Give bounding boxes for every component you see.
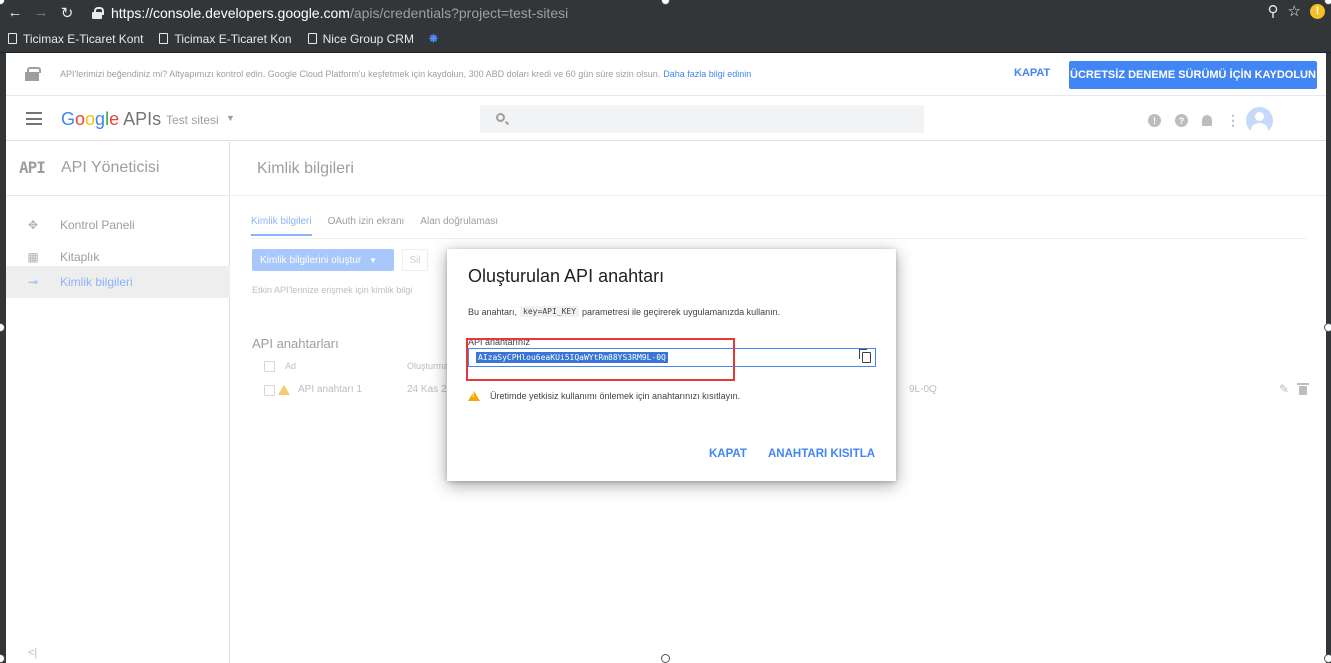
caret-down-icon[interactable]: ▼ (226, 113, 235, 123)
bookmark-label: Nice Group CRM (322, 31, 414, 46)
gift-icon (24, 66, 41, 82)
bookmark-item[interactable]: Ticimax E-Ticaret Kont (8, 32, 143, 46)
google-apis-logo[interactable]: Google APIs (61, 109, 161, 130)
api-keys-section-title: API anahtarları (252, 336, 339, 351)
warning-icon (468, 391, 480, 401)
key-name-link[interactable]: API anahtarı 1 (298, 384, 362, 395)
resize-handle[interactable] (1324, 323, 1331, 332)
resize-handle[interactable] (1324, 0, 1331, 5)
key-created-date: 24 Kas 20 (407, 384, 453, 395)
url-host: https://console.developers.google.com (111, 4, 350, 21)
key-icon: ⊸ (27, 275, 39, 289)
column-header-name: Ad (285, 361, 297, 371)
reload-icon[interactable]: ↻ (56, 2, 78, 24)
sidebar-header: API API Yöneticisi (6, 142, 230, 196)
resize-handle[interactable] (1324, 654, 1331, 663)
collapse-sidebar-icon[interactable]: <| (28, 647, 37, 659)
api-logo: API (19, 158, 46, 177)
bookmark-star-icon[interactable]: ☆ (1288, 2, 1301, 20)
help-icon[interactable]: ? (1175, 114, 1188, 127)
promo-close-button[interactable]: KAPAT (1014, 67, 1050, 79)
select-all-checkbox[interactable] (264, 361, 275, 372)
bookmark-item[interactable]: Nice Group CRM (307, 31, 414, 46)
menu-icon[interactable] (26, 112, 42, 125)
project-selector[interactable]: Test sitesi (166, 113, 219, 127)
hint-text: Etkin API'lerinize erişmek için kimlik b… (252, 285, 413, 295)
tab-domain-verification[interactable]: Alan doğrulaması (420, 216, 498, 236)
bookmarks-bar: Ticimax E-Ticaret Kont Ticimax E-Ticaret… (0, 25, 1331, 53)
sidebar-item-credentials[interactable]: ⊸ Kimlik bilgileri (6, 266, 230, 298)
tabs-divider (251, 238, 1306, 239)
dialog-close-button[interactable]: KAPAT (709, 448, 747, 460)
dialog-desc-code: key=API_KEY (520, 306, 580, 317)
bookmark-label: Ticimax E-Ticaret Kon (174, 31, 292, 46)
bookmark-item[interactable]: ✸ (427, 30, 439, 47)
sidebar-item-label: Kontrol Paneli (60, 218, 135, 232)
page-icon (159, 33, 169, 44)
key-value-partial: 9L-0Q (909, 384, 937, 395)
create-credentials-label: Kimlik bilgilerini oluştur (260, 254, 362, 266)
column-header-created: Oluşturma (407, 361, 449, 371)
address-bar[interactable]: https://console.developers.google.com/ap… (92, 3, 568, 23)
extension-icon[interactable]: ! (1310, 3, 1325, 19)
dialog-desc-after: parametresi ile geçirerek uygulamanızda … (582, 306, 781, 317)
dashboard-icon: ✥ (27, 218, 39, 232)
warning-text: Üretimde yetkisiz kullanımı önlemek için… (490, 391, 741, 401)
promo-link[interactable]: Daha fazla bilgi edinin (663, 69, 751, 79)
app-bar: Google APIs Test sitesi ▼ ! ? ⋮ (6, 97, 1326, 141)
library-icon: ▦ (27, 250, 39, 264)
sidebar-item-dashboard[interactable]: ✥ Kontrol Paneli (6, 209, 230, 241)
search-input[interactable] (480, 105, 924, 133)
page-icon (8, 33, 17, 44)
red-highlight-annotation (466, 338, 735, 381)
dialog-title: Oluşturulan API anahtarı (468, 266, 665, 286)
feedback-icon[interactable]: ! (1148, 114, 1161, 127)
page-title: Kimlik bilgileri (257, 160, 354, 177)
sidebar-item-label: Kitaplık (60, 250, 100, 264)
lock-icon (92, 6, 104, 19)
tab-credentials[interactable]: Kimlik bilgileri (251, 216, 312, 236)
edit-icon[interactable]: ✎ (1279, 382, 1289, 396)
sidebar: API API Yöneticisi ✥ Kontrol Paneli ▦ Ki… (6, 142, 230, 663)
url-path: /apis/credentials?project=test-sitesi (349, 4, 569, 21)
caret-down-icon: ▼ (369, 255, 378, 265)
bookmark-item[interactable]: Ticimax E-Ticaret Kon (159, 31, 292, 46)
search-icon (496, 113, 505, 122)
row-checkbox[interactable] (264, 385, 275, 396)
bookmark-favicon-icon: ✸ (427, 30, 439, 46)
restrict-warning: Üretimde yetkisiz kullanımı önlemek için… (468, 391, 740, 401)
back-icon[interactable]: ← (4, 2, 26, 24)
dialog-desc-before: Bu anahtarı, (468, 306, 518, 317)
copy-icon[interactable] (859, 349, 871, 363)
tab-bar: Kimlik bilgileri OAuth izin ekranı Alan … (251, 216, 514, 236)
free-trial-button[interactable]: ÜCRETSİZ DENEME SÜRÜMÜ İÇİN KAYDOLUN (1069, 61, 1317, 89)
zoom-icon[interactable]: ⚲ (1268, 2, 1279, 20)
page-title-bar: Kimlik bilgileri (231, 142, 1326, 196)
sidebar-item-label: Kimlik bilgileri (60, 275, 133, 289)
more-vert-icon[interactable]: ⋮ (1226, 112, 1240, 129)
forward-icon[interactable]: → (30, 2, 52, 24)
promo-banner: API'lerimizi beğendiniz mi? Altyapımızı … (6, 53, 1326, 96)
notifications-icon[interactable] (1202, 115, 1212, 126)
warning-icon (278, 385, 290, 395)
promo-text: API'lerimizi beğendiniz mi? Altyapımızı … (60, 69, 661, 79)
delete-icon[interactable] (1297, 383, 1309, 395)
sidebar-title: API Yöneticisi (61, 159, 160, 176)
restrict-key-button[interactable]: ANAHTARI KISITLA (768, 448, 875, 460)
tab-oauth-consent[interactable]: OAuth izin ekranı (328, 216, 405, 236)
page-icon (307, 33, 317, 44)
delete-button[interactable]: Sil (402, 249, 428, 271)
dialog-description: Bu anahtarı, key=API_KEY parametresi ile… (468, 306, 780, 317)
bookmark-label: Ticimax E-Ticaret Kont (23, 31, 144, 46)
resize-handle[interactable] (661, 654, 670, 663)
avatar[interactable] (1246, 107, 1273, 134)
create-credentials-button[interactable]: Kimlik bilgilerini oluştur ▼ (252, 249, 394, 271)
